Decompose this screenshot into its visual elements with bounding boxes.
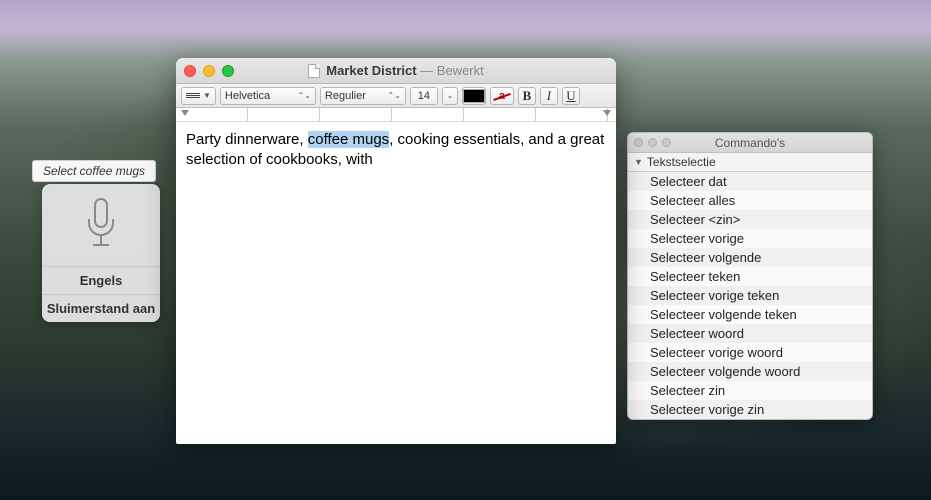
dictation-speech-bubble: Select coffee mugs: [32, 160, 156, 182]
commands-section-label: Tekstselectie: [647, 155, 716, 169]
font-family-dropdown[interactable]: Helvetica ⌃⌄: [220, 87, 316, 105]
dictation-language-button[interactable]: Engels: [42, 266, 160, 294]
zoom-button[interactable]: [222, 65, 234, 77]
chevron-down-icon: ▼: [203, 91, 211, 100]
window-title: Market District — Bewerkt: [176, 63, 616, 78]
format-toolbar: ▼ Helvetica ⌃⌄ Regulier ⌃⌄ 14 ⌄ a B I U: [176, 84, 616, 108]
paragraph-style-dropdown[interactable]: ▼: [181, 87, 216, 105]
color-swatch-icon: [463, 89, 485, 103]
command-item[interactable]: Selecteer volgende teken: [628, 305, 872, 324]
dictation-panel: Engels Sluimerstand aan: [42, 184, 160, 322]
minimize-button[interactable]: [648, 138, 657, 147]
commands-traffic-lights: [634, 138, 671, 147]
font-style-dropdown[interactable]: Regulier ⌃⌄: [320, 87, 406, 105]
ruler-left-margin[interactable]: [181, 110, 189, 116]
close-button[interactable]: [634, 138, 643, 147]
body-text-selection: coffee mugs: [308, 131, 389, 148]
close-button[interactable]: [184, 65, 196, 77]
commands-title-text: Commando's: [715, 136, 785, 150]
font-style-value: Regulier: [325, 90, 366, 102]
font-size-field[interactable]: 14: [410, 87, 438, 105]
bold-button[interactable]: B: [518, 87, 536, 105]
commands-panel: Commando's ▼ Tekstselectie Selecteer dat…: [627, 132, 873, 420]
commands-titlebar[interactable]: Commando's: [628, 133, 872, 153]
dictation-sleep-label: Sluimerstand aan: [47, 301, 155, 316]
document-edited-indicator: — Bewerkt: [420, 63, 484, 78]
command-item[interactable]: Selecteer volgende woord: [628, 362, 872, 381]
command-item[interactable]: Selecteer vorige woord: [628, 343, 872, 362]
dictation-sleep-button[interactable]: Sluimerstand aan: [42, 294, 160, 322]
body-text-pre: Party dinnerware,: [186, 131, 308, 148]
italic-button[interactable]: I: [540, 87, 558, 105]
command-item[interactable]: Selecteer alles: [628, 191, 872, 210]
command-item[interactable]: Selecteer <zin>: [628, 210, 872, 229]
command-item[interactable]: Selecteer volgende zin: [628, 419, 872, 420]
dictation-speech-text: Select coffee mugs: [43, 164, 145, 178]
document-title: Market District: [326, 63, 416, 78]
zoom-button[interactable]: [662, 138, 671, 147]
text-color-swatch[interactable]: [462, 87, 486, 105]
traffic-lights: [184, 65, 234, 77]
strike-a-icon: a: [491, 89, 513, 103]
ruler-right-margin[interactable]: [603, 110, 611, 116]
chevron-updown-icon: ⌃⌄: [388, 91, 401, 100]
window-titlebar[interactable]: Market District — Bewerkt: [176, 58, 616, 84]
disclosure-triangle-icon: ▼: [634, 157, 643, 167]
font-size-stepper[interactable]: ⌄: [442, 87, 458, 105]
command-item[interactable]: Selecteer vorige: [628, 229, 872, 248]
ruler[interactable]: [176, 108, 616, 122]
command-item[interactable]: Selecteer vorige teken: [628, 286, 872, 305]
chevron-updown-icon: ⌄: [447, 91, 454, 100]
font-family-value: Helvetica: [225, 90, 270, 102]
font-size-value: 14: [418, 90, 430, 102]
document-body[interactable]: Party dinnerware, coffee mugs, cooking e…: [176, 122, 616, 444]
command-item[interactable]: Selecteer vorige zin: [628, 400, 872, 419]
minimize-button[interactable]: [203, 65, 215, 77]
document-icon: [308, 64, 320, 78]
textedit-window: Market District — Bewerkt ▼ Helvetica ⌃⌄…: [176, 58, 616, 444]
commands-list: Selecteer dat Selecteer alles Selecteer …: [628, 172, 872, 420]
command-item[interactable]: Selecteer volgende: [628, 248, 872, 267]
command-item[interactable]: Selecteer teken: [628, 267, 872, 286]
command-item[interactable]: Selecteer dat: [628, 172, 872, 191]
command-item[interactable]: Selecteer zin: [628, 381, 872, 400]
commands-section-header[interactable]: ▼ Tekstselectie: [628, 153, 872, 172]
underline-button[interactable]: U: [562, 87, 580, 105]
command-item[interactable]: Selecteer woord: [628, 324, 872, 343]
microphone-icon[interactable]: [42, 184, 160, 266]
dictation-language-label: Engels: [80, 273, 123, 288]
text-color-none[interactable]: a: [490, 87, 514, 105]
paragraph-icon: [186, 93, 200, 98]
chevron-updown-icon: ⌃⌄: [298, 91, 311, 100]
